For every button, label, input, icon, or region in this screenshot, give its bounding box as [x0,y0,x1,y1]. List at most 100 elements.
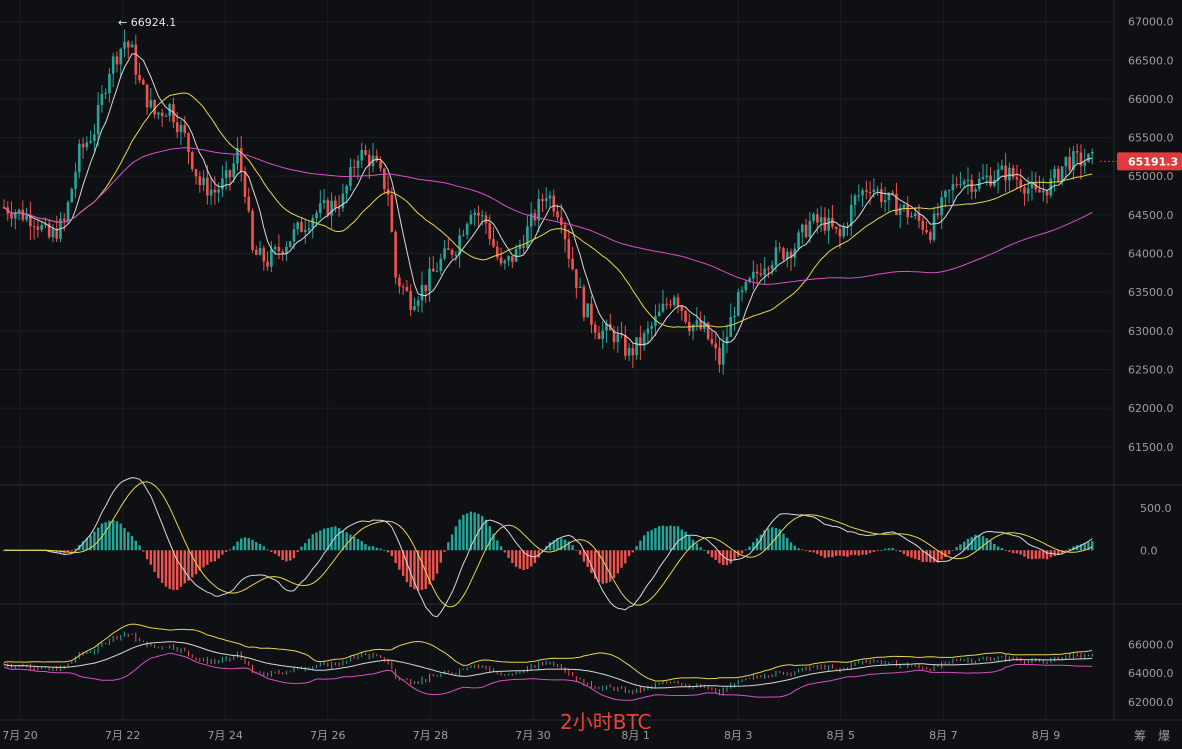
macd-histogram-bar [127,532,130,551]
macd-histogram-bar [371,546,375,551]
candle-body [488,223,492,240]
candle-body [334,200,337,208]
macd-histogram-bar [808,550,812,553]
candle-body [232,163,235,178]
macd-histogram-bar [729,550,732,564]
macd-histogram-bar [786,537,789,551]
candle-body [838,229,842,237]
candle-body [51,228,55,238]
candle-body [356,160,360,168]
macd-histogram-bar [93,531,96,551]
main-price-candles [2,29,1094,375]
candle-body [816,214,819,223]
candle-body [183,125,187,134]
macd-histogram-bar [213,550,217,562]
macd-histogram-bar [654,528,657,551]
macd-histogram-bar [925,550,928,562]
macd-histogram-bar [872,550,876,553]
candle-body [379,161,382,169]
macd-histogram-bar [1064,550,1068,552]
candle-body [394,231,397,278]
macd-histogram-bar [529,550,533,567]
candle-body [962,181,966,185]
candle-body [763,268,766,276]
candle-body [111,56,115,74]
candle-body [450,249,454,255]
candle-body [315,213,318,218]
macd-histogram-bar [454,526,458,551]
candle-body [544,198,548,202]
macd-histogram-bar [940,550,943,560]
candle-body [959,184,962,186]
candle-body [778,247,781,249]
macd-histogram-bar [507,550,510,558]
macd-histogram-bar [70,550,73,552]
macd-histogram-bar [179,550,183,587]
candle-body [842,227,846,237]
candle-body [142,80,145,85]
macd-histogram-bar [514,550,518,567]
candle-body [733,315,736,318]
candle-body [740,290,744,293]
candle-body [936,213,940,216]
macd-histogram-bar [947,550,951,555]
candle-body [827,217,830,231]
macd-histogram-bar [695,543,699,551]
candle-body [767,268,770,270]
candle-body [439,258,443,271]
macd-histogram-bar [887,548,891,551]
macd-histogram-bar [386,550,390,553]
macd-histogram-bar [1038,550,1041,559]
candle-body [503,260,507,264]
btc-candlestick-chart: 67000.0 66500.0 66000.0 65500.0 65000.0 64500… [0,0,1182,742]
price-markers: 65191.3 ← 66924.1 [118,16,1182,171]
macd-histogram-bar [255,542,258,551]
macd-histogram-bar [895,549,898,551]
candle-body [646,328,650,334]
candle-body [1075,151,1079,153]
macd-histogram-bar [706,550,710,554]
macd-histogram-bar [590,550,593,574]
macd-histogram-bar [247,538,250,551]
macd-histogram-bar [526,550,529,570]
macd-histogram-bar [262,546,266,551]
macd-histogram-bar [462,514,465,551]
lower-tick-label: 64000.0 [1128,667,1174,680]
price-tick-label: 66500.0 [1128,54,1174,67]
candle-body [187,133,190,152]
grid-lines [0,0,1182,721]
macd-histogram-bar [488,526,491,551]
candle-body [669,304,672,306]
price-tick-label: 66000.0 [1128,93,1174,106]
candle-body [593,324,597,333]
candle-body [93,134,96,141]
candle-body [906,204,910,218]
candle-body [330,200,333,216]
macd-histogram-bar [744,549,748,551]
macd-dif-line [4,477,1093,618]
macd-histogram-bar [458,519,461,551]
candle-body [624,334,627,356]
price-axis: 67000.0 66500.0 66000.0 65500.0 65000.0 64500… [1128,16,1174,709]
macd-histogram-bar [748,546,751,551]
candle-body [375,155,379,162]
macd-histogram-bar [270,550,273,553]
macd-histogram-bar [857,550,860,556]
macd-histogram-bar [224,550,228,552]
candle-body [880,189,883,203]
candle-body [932,213,936,240]
time-tick-label: 8月 3 [724,729,753,742]
macd-histogram-bar [1023,550,1026,557]
macd-histogram-bar [240,538,243,551]
time-axis: 7月 20 7月 22 7月 24 7月 26 7月 28 7月 30 8月 1 8月 3 8月… [2,729,1060,742]
candle-body [108,73,111,94]
candle-body [96,104,100,135]
candle-body [138,74,141,81]
candle-body [104,93,107,95]
macd-histogram-bar [319,530,322,551]
candle-body [913,213,917,217]
candle-body [812,214,815,222]
macd-histogram-bar [740,550,744,554]
macd-histogram-bar [243,537,247,551]
candle-body [157,112,160,115]
